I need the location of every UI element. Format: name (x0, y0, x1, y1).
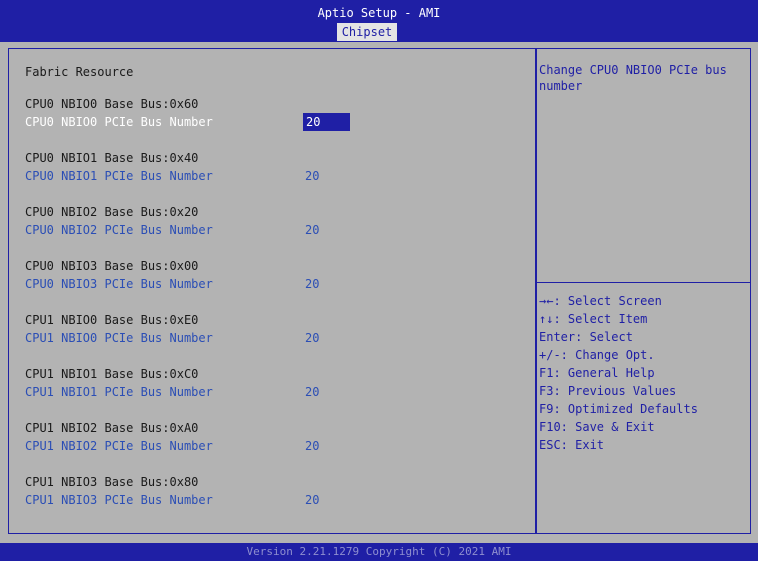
key-legend: →←: Select Screen ↑↓: Select Item Enter:… (539, 292, 698, 454)
key-hint-optimized-defaults: F9: Optimized Defaults (539, 402, 698, 416)
base-bus-label: CPU0 NBIO0 Base Bus:0x60 (25, 97, 199, 111)
pcie-bus-number-option[interactable]: CPU1 NBIO1 PCIe Bus Number (25, 384, 213, 400)
pcie-bus-number-value[interactable]: 20 (305, 384, 319, 400)
base-bus-label: CPU1 NBIO3 Base Bus:0x80 (25, 475, 199, 489)
pcie-bus-number-value-selected[interactable]: 20 (303, 113, 350, 131)
base-bus-label: CPU0 NBIO2 Base Bus:0x20 (25, 205, 199, 219)
help-text: Change CPU0 NBIO0 PCIe bus number (539, 63, 727, 93)
key-hint-general-help: F1: General Help (539, 366, 655, 380)
base-bus-label: CPU1 NBIO0 Base Bus:0xE0 (25, 313, 199, 327)
pcie-bus-number-value[interactable]: 20 (305, 222, 319, 238)
key-hint-previous-values: F3: Previous Values (539, 384, 677, 398)
pcie-bus-number-option[interactable]: CPU1 NBIO2 PCIe Bus Number (25, 438, 213, 454)
key-hint-save-exit: F10: Save & Exit (539, 420, 655, 434)
tab-chipset[interactable]: Chipset (337, 23, 397, 41)
pcie-bus-number-value[interactable]: 20 (305, 168, 319, 184)
pcie-bus-number-option[interactable]: CPU1 NBIO3 PCIe Bus Number (25, 492, 213, 508)
help-divider (536, 282, 751, 283)
base-bus-label: CPU1 NBIO1 Base Bus:0xC0 (25, 367, 199, 381)
key-hint-esc-exit: ESC: Exit (539, 438, 605, 452)
app-title: Aptio Setup - AMI (317, 6, 441, 20)
pcie-bus-number-value[interactable]: 20 (305, 276, 319, 292)
pcie-bus-number-value[interactable]: 20 (305, 492, 319, 508)
key-hint-select-item: ↑↓: Select Item (539, 312, 648, 326)
key-hint-change-opt: +/-: Change Opt. (539, 348, 655, 362)
pcie-bus-number-value[interactable]: 20 (305, 438, 319, 454)
pcie-bus-number-option[interactable]: CPU0 NBIO0 PCIe Bus Number (25, 114, 213, 130)
base-bus-label: CPU0 NBIO1 Base Bus:0x40 (25, 151, 199, 165)
section-title: Fabric Resource (25, 65, 134, 79)
base-bus-label: CPU1 NBIO2 Base Bus:0xA0 (25, 421, 199, 435)
pcie-bus-number-option[interactable]: CPU0 NBIO2 PCIe Bus Number (25, 222, 213, 238)
main-content: Fabric Resource CPU0 NBIO0 Base Bus:0x60… (0, 42, 758, 543)
key-hint-enter: Enter: Select (539, 330, 633, 344)
pcie-bus-number-option[interactable]: CPU1 NBIO0 PCIe Bus Number (25, 330, 213, 346)
version-footer: Version 2.21.1279 Copyright (C) 2021 AMI (0, 543, 758, 561)
pcie-bus-number-option[interactable]: CPU0 NBIO3 PCIe Bus Number (25, 276, 213, 292)
title-bar: Aptio Setup - AMI Chipset (0, 0, 758, 42)
help-panel (536, 48, 751, 534)
pcie-bus-number-option[interactable]: CPU0 NBIO1 PCIe Bus Number (25, 168, 213, 184)
pcie-bus-number-value[interactable]: 20 (305, 330, 319, 346)
base-bus-label: CPU0 NBIO3 Base Bus:0x00 (25, 259, 199, 273)
key-hint-select-screen: →←: Select Screen (539, 294, 662, 308)
